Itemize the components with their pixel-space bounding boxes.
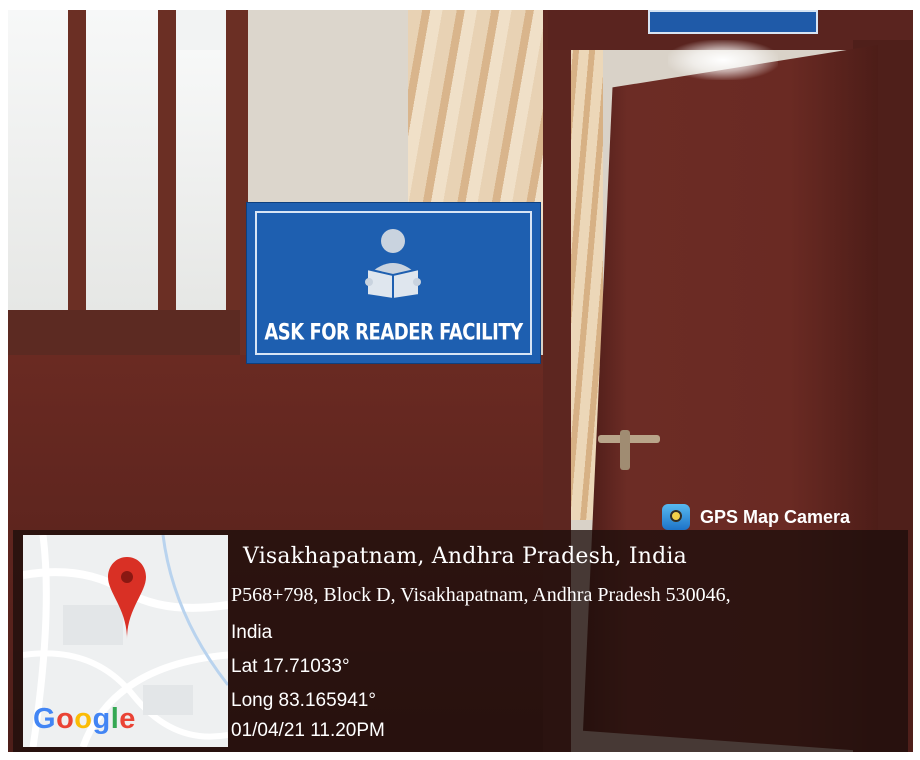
- light-glare: [668, 40, 778, 80]
- gps-camera-logo-icon: [662, 504, 690, 530]
- top-sign: [648, 10, 818, 34]
- gps-brand: GPS Map Camera: [658, 500, 913, 534]
- gps-overlay: Google Visakhapatnam, Andhra Pradesh, In…: [13, 530, 908, 752]
- photo-scene: ASK FOR READER FACILITY GPS Map Camera G…: [8, 10, 913, 752]
- window-pane: [86, 10, 158, 310]
- gps-brand-label: GPS Map Camera: [700, 506, 851, 527]
- latitude: Lat 17.71033°: [231, 656, 350, 677]
- longitude: Long 83.165941°: [231, 690, 376, 711]
- window-frame: [158, 10, 176, 330]
- window-frame: [226, 10, 248, 360]
- google-logo: Google: [33, 703, 136, 735]
- curtain: [408, 10, 558, 220]
- sign-text: ASK FOR READER FACILITY: [264, 319, 523, 346]
- reader-facility-sign: ASK FOR READER FACILITY: [246, 202, 541, 364]
- reader-icon: [365, 229, 421, 299]
- location-title: Visakhapatnam, Andhra Pradesh, India: [243, 544, 687, 569]
- map-pin-icon: [108, 557, 146, 639]
- timestamp: 01/04/21 11.20PM: [231, 720, 385, 741]
- window-pane: [8, 10, 68, 310]
- door-latch-handle: [620, 430, 630, 470]
- address-line: P568+798, Block D, Visakhapatnam, Andhra…: [231, 584, 731, 606]
- booth-window: [8, 10, 248, 360]
- window-frame: [68, 10, 86, 330]
- window-ledge: [8, 310, 240, 358]
- address-country: India: [231, 622, 273, 643]
- mini-map: Google: [23, 535, 228, 747]
- back-wall: [248, 10, 428, 210]
